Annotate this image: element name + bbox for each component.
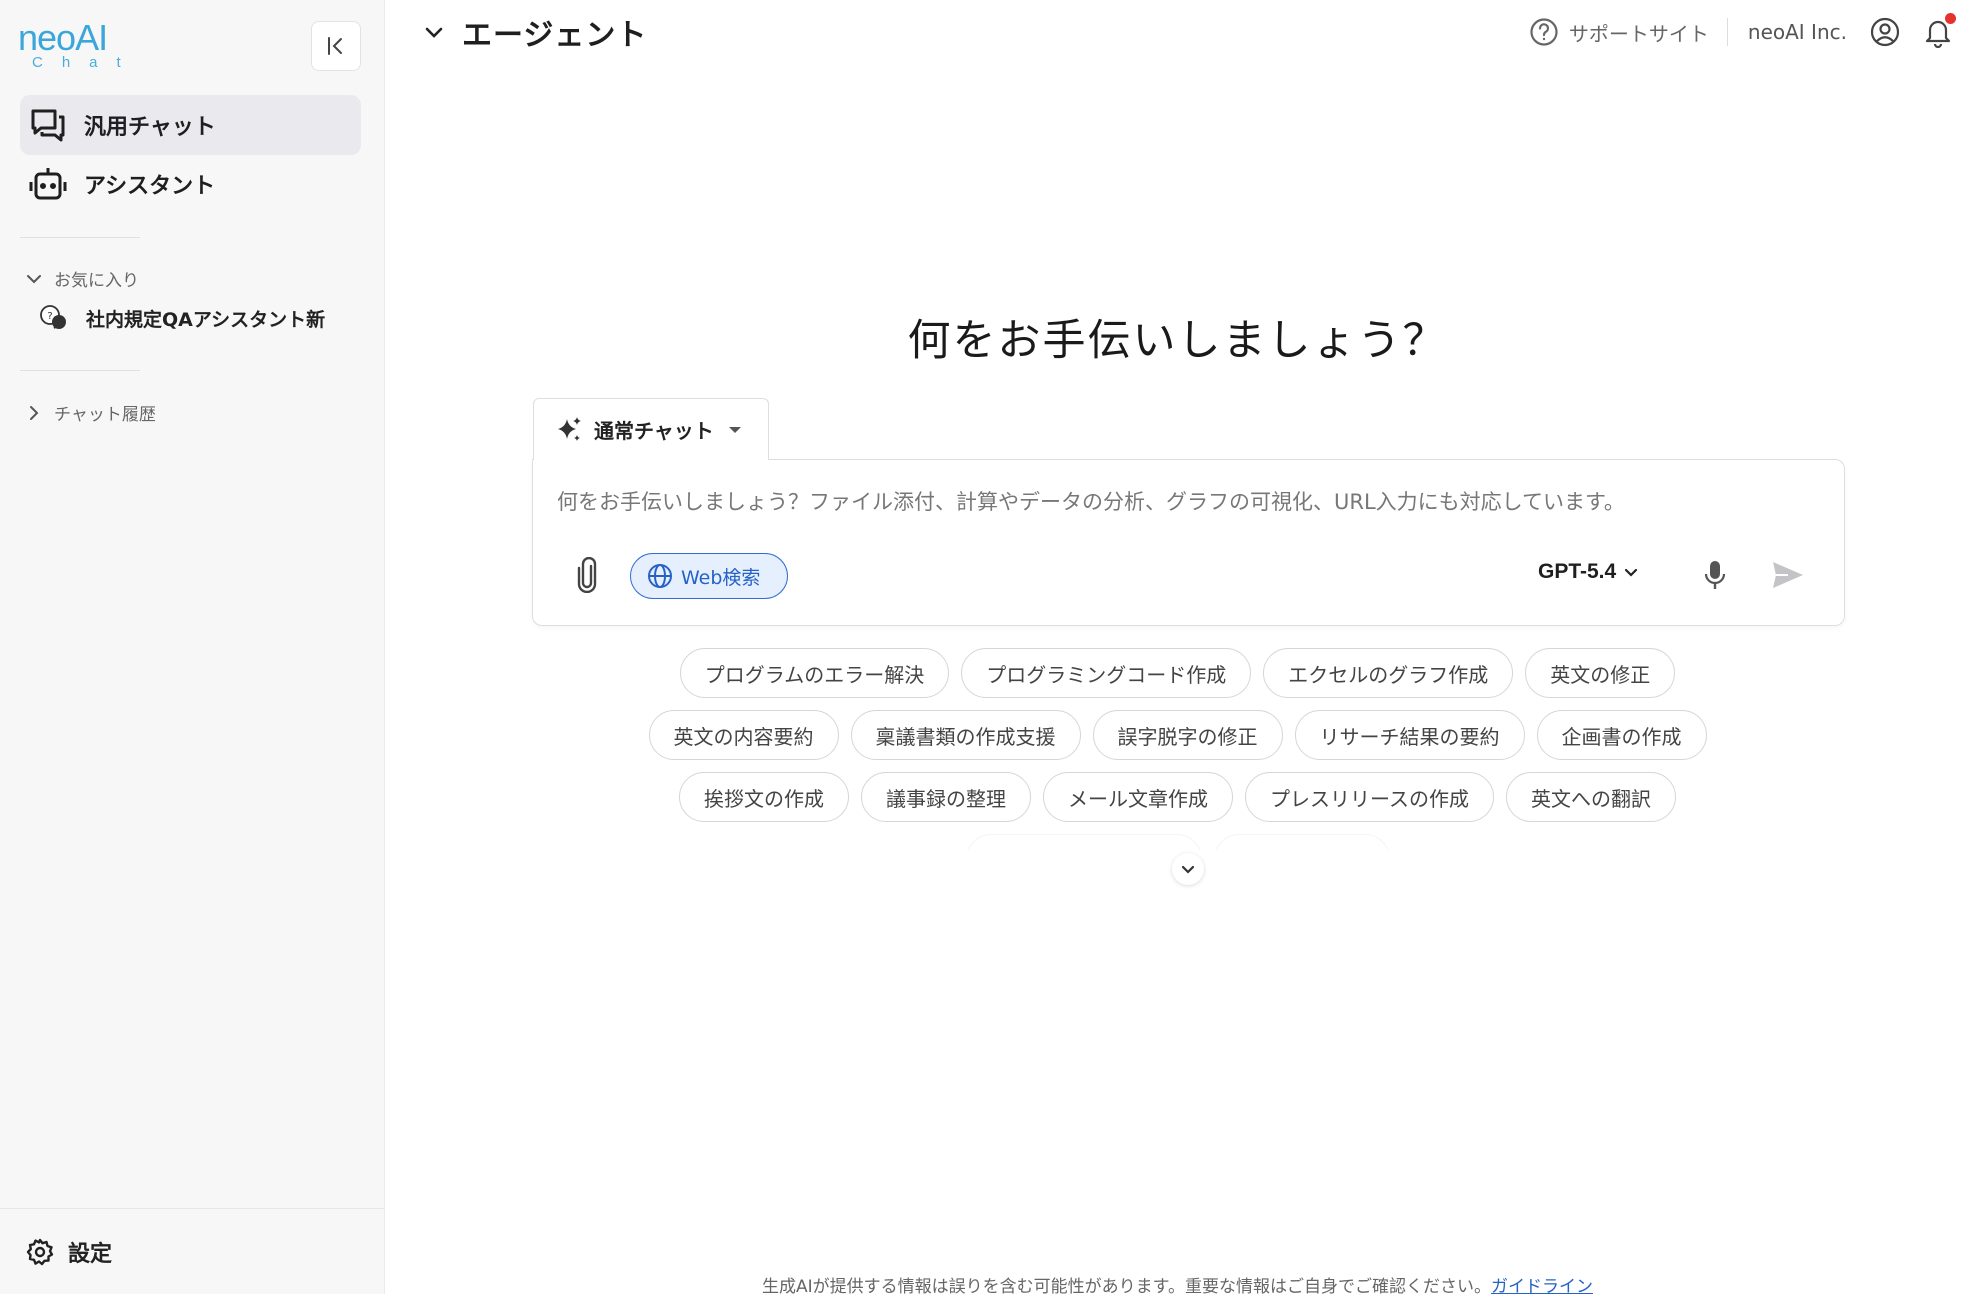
web-search-label: Web検索 bbox=[681, 566, 761, 589]
suggestion-chip[interactable]: プレスリリースの作成 bbox=[1245, 772, 1494, 822]
favorites-title: お気に入り bbox=[54, 271, 139, 291]
collapse-left-icon bbox=[328, 37, 342, 55]
header-actions: サポートサイト neoAI Inc. bbox=[1529, 10, 1956, 54]
user-circle-icon bbox=[1870, 17, 1900, 47]
send-button[interactable] bbox=[1771, 560, 1805, 594]
paperclip-icon bbox=[577, 557, 597, 593]
headline: 何をお手伝いしましょう？ bbox=[907, 316, 1448, 366]
chat-history-toggle[interactable]: チャット履歴 bbox=[26, 400, 156, 425]
sidebar-item-label: 汎用チャット bbox=[84, 115, 216, 140]
favorite-item-qa-assistant[interactable]: ? 社内規定QAアシスタント新 bbox=[38, 302, 325, 334]
chevron-down-icon bbox=[425, 27, 443, 38]
microphone-icon bbox=[1704, 561, 1726, 589]
chevron-down-icon bbox=[1625, 568, 1638, 577]
suggestion-chip[interactable]: メール文章作成 bbox=[1043, 772, 1233, 822]
logo-text: neoAI bbox=[18, 17, 108, 58]
assistant-avatar-icon: ? bbox=[40, 305, 66, 329]
model-selector[interactable]: GPT-5.4 bbox=[1538, 560, 1638, 584]
suggestion-chip[interactable]: プログラムのエラー解決 bbox=[679, 648, 950, 698]
favorite-item-label: 社内規定QAアシスタント新 bbox=[86, 308, 326, 331]
chat-history-title: チャット履歴 bbox=[54, 405, 156, 425]
suggestion-chip[interactable]: 誤字脱字の修正 bbox=[1092, 710, 1283, 760]
organization-name: neoAI Inc. bbox=[1747, 20, 1847, 44]
disclaimer: 生成AIが提供する情報は誤りを含む可能性があります。重要な情報はご自身でご確認く… bbox=[390, 1272, 1965, 1294]
suggestion-chip[interactable]: 英文への翻訳 bbox=[1506, 772, 1676, 822]
settings-button[interactable]: 設定 bbox=[0, 1208, 385, 1294]
agent-selector[interactable]: エージェント bbox=[424, 10, 647, 54]
chat-composer: Web検索 GPT-5.4 bbox=[532, 459, 1845, 626]
suggestion-chip[interactable]: 議事録の整理 bbox=[861, 772, 1031, 822]
suggestion-chip[interactable]: 英文の内容要約 bbox=[648, 710, 839, 760]
suggestion-chip[interactable]: エクセルのグラフ作成 bbox=[1263, 648, 1514, 698]
account-button[interactable] bbox=[1869, 16, 1901, 48]
favorites-toggle[interactable]: お気に入り bbox=[26, 266, 139, 291]
caret-down-icon bbox=[728, 426, 741, 433]
robot-icon bbox=[26, 162, 70, 206]
suggestion-row-faded bbox=[390, 834, 1965, 850]
neoai-chat-logo[interactable]: neoAI Chat bbox=[18, 17, 140, 72]
suggestion-chip[interactable]: 挨拶文の作成 bbox=[679, 772, 849, 822]
suggestion-chip-hidden bbox=[965, 834, 1202, 850]
chevron-down-icon bbox=[1181, 865, 1195, 874]
header-divider bbox=[1726, 18, 1728, 46]
notifications-button[interactable] bbox=[1923, 13, 1956, 48]
chevron-down-icon bbox=[27, 274, 41, 283]
show-more-suggestions-button[interactable] bbox=[1172, 853, 1204, 885]
chat-bubbles-icon bbox=[26, 103, 70, 147]
disclaimer-text: 生成AIが提供する情報は誤りを含む可能性があります。重要な情報はご自身でご確認く… bbox=[762, 1277, 1491, 1294]
suggestion-chip-hidden bbox=[1213, 834, 1390, 850]
sidebar-item-assistant[interactable]: アシスタント bbox=[20, 154, 361, 214]
model-label: GPT-5.4 bbox=[1538, 560, 1617, 583]
sidebar-divider bbox=[20, 370, 140, 371]
notification-badge bbox=[1945, 13, 1956, 24]
chat-input[interactable] bbox=[557, 484, 1817, 520]
chat-mode-selector[interactable]: 通常チャット bbox=[533, 398, 769, 460]
logo-subtext: Chat bbox=[32, 54, 140, 71]
support-site-link[interactable]: サポートサイト bbox=[1529, 17, 1727, 47]
chevron-right-icon bbox=[30, 405, 39, 420]
voice-input-button[interactable] bbox=[1703, 558, 1727, 596]
help-circle-icon bbox=[1530, 18, 1558, 46]
sidebar-item-label: アシスタント bbox=[84, 174, 216, 199]
suggestion-chip[interactable]: 企画書の作成 bbox=[1536, 710, 1707, 760]
suggestion-chip[interactable]: プログラミングコード作成 bbox=[961, 648, 1252, 698]
gear-icon bbox=[26, 1238, 54, 1265]
attach-file-button[interactable] bbox=[569, 555, 605, 595]
guideline-link[interactable]: ガイドライン bbox=[1491, 1277, 1593, 1294]
sidebar-item-general-chat[interactable]: 汎用チャット bbox=[20, 95, 361, 155]
suggestion-chip[interactable]: 英文の修正 bbox=[1525, 648, 1676, 698]
suggestion-chip[interactable]: 稟議書類の作成支援 bbox=[850, 710, 1081, 760]
web-search-toggle[interactable]: Web検索 bbox=[630, 553, 788, 599]
suggestion-row: 挨拶文の作成 議事録の整理 メール文章作成 プレスリリースの作成 英文への翻訳 bbox=[390, 772, 1965, 822]
sidebar-divider bbox=[20, 237, 140, 238]
suggestion-row: 英文の内容要約 稟議書類の作成支援 誤字脱字の修正 リサーチ結果の要約 企画書の… bbox=[390, 710, 1965, 760]
collapse-sidebar-button[interactable] bbox=[311, 21, 361, 71]
chat-mode-label: 通常チャット bbox=[594, 419, 714, 443]
suggestion-chip[interactable]: リサーチ結果の要約 bbox=[1294, 710, 1525, 760]
settings-label: 設定 bbox=[68, 1241, 113, 1267]
globe-icon bbox=[648, 564, 672, 588]
sparkles-icon bbox=[558, 416, 581, 441]
svg-text:?: ? bbox=[47, 311, 52, 322]
sidebar: neoAI Chat 汎用チャット アシスタント お気に入り ? 社内規定QAア… bbox=[0, 0, 385, 1294]
send-icon bbox=[1773, 562, 1803, 588]
suggestion-row: プログラムのエラー解決 プログラミングコード作成 エクセルのグラフ作成 英文の修… bbox=[390, 648, 1965, 698]
support-site-label: サポートサイト bbox=[1568, 21, 1709, 46]
page-title: エージェント bbox=[462, 18, 648, 53]
